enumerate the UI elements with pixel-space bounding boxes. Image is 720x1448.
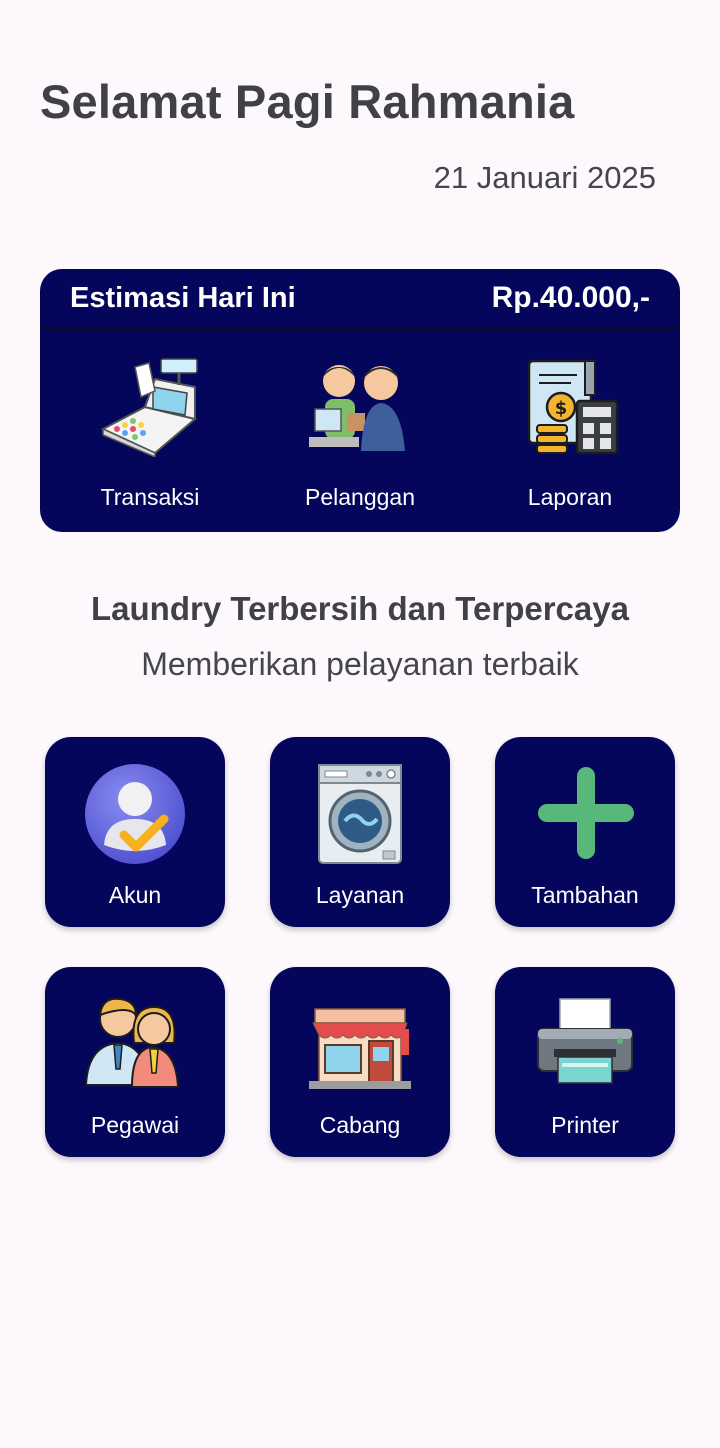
estimate-card-menu: Transaksi Pelanggan $ Laporan <box>40 329 680 511</box>
tagline-subtitle: Memberikan pelayanan terbaik <box>141 646 579 682</box>
current-date: 21 Januari 2025 <box>433 160 656 195</box>
tile-pegawai-label: Pegawai <box>90 1112 180 1138</box>
tile-printer-label: Printer <box>551 1112 619 1138</box>
tile-printer[interactable]: Printer <box>495 967 675 1157</box>
tile-tambahan[interactable]: Tambahan <box>495 737 675 927</box>
estimate-card-header: Estimasi Hari Ini Rp.40.000,- <box>40 269 680 329</box>
menu-laporan-label: Laporan <box>527 484 613 510</box>
employees-icon <box>84 997 180 1088</box>
greeting-title: Selamat Pagi Rahmania <box>40 75 575 128</box>
svg-text:$: $ <box>555 398 568 419</box>
tile-cabang-label: Cabang <box>319 1112 401 1138</box>
menu-laporan[interactable]: $ Laporan <box>470 329 670 511</box>
menu-pelanggan[interactable]: Pelanggan <box>260 329 460 511</box>
tile-akun-label: Akun <box>108 882 162 908</box>
tile-layanan[interactable]: Layanan <box>270 737 450 927</box>
washing-machine-icon <box>318 764 402 864</box>
report-calculator-icon: $ <box>527 359 619 455</box>
tile-layanan-label: Layanan <box>315 882 405 908</box>
plus-icon <box>538 767 634 859</box>
menu-transaksi[interactable]: Transaksi <box>50 329 250 511</box>
estimate-card: Estimasi Hari Ini Rp.40.000,- Transaksi <box>40 269 680 532</box>
customers-icon <box>309 365 405 451</box>
estimate-title: Estimasi Hari Ini <box>70 281 296 314</box>
menu-pelanggan-label: Pelanggan <box>305 484 415 510</box>
cash-register-icon <box>100 358 198 457</box>
printer-icon <box>537 998 633 1084</box>
account-check-icon <box>85 764 185 864</box>
tile-pegawai[interactable]: Pegawai <box>45 967 225 1157</box>
tile-cabang[interactable]: Cabang <box>270 967 450 1157</box>
menu-transaksi-label: Transaksi <box>100 484 200 510</box>
tile-akun[interactable]: Akun <box>45 737 225 927</box>
tagline-title: Laundry Terbersih dan Terpercaya <box>91 590 629 627</box>
store-icon <box>309 1008 411 1089</box>
estimate-amount: Rp.40.000,- <box>491 281 650 314</box>
tile-tambahan-label: Tambahan <box>531 882 639 908</box>
